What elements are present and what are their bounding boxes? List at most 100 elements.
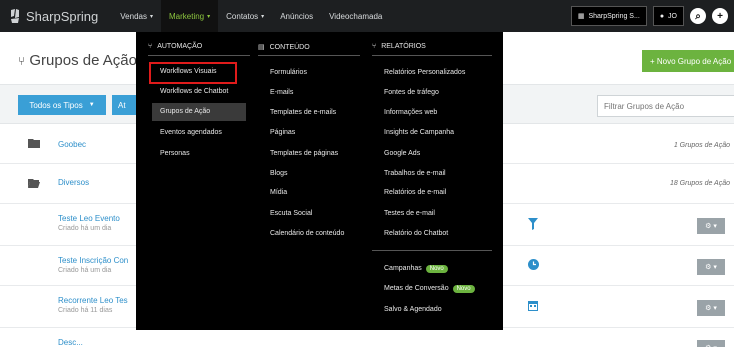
nav-videochamada-label: Videochamada <box>329 11 383 21</box>
nav-contatos[interactable]: Contatos ▾ <box>218 0 272 32</box>
menu-insights-campanha[interactable]: Insights de Campanha <box>384 129 454 136</box>
menu-google-ads[interactable]: Google Ads <box>384 150 420 157</box>
menu-relatorio-chatbot[interactable]: Relatório do Chatbot <box>384 230 448 237</box>
clock-icon <box>528 259 539 272</box>
item-name[interactable]: Recorrente Leo Tes <box>58 296 128 305</box>
menu-grupos-de-acao[interactable]: Grupos de Ação <box>152 103 246 121</box>
chevron-down-icon: ▾ <box>261 13 265 20</box>
menu-campanhas[interactable]: Campanhas Novo <box>384 265 448 273</box>
nav-anuncios-label: Anúncios <box>280 11 314 21</box>
content-title: Conteúdo <box>269 43 310 51</box>
add-button[interactable]: + <box>712 8 728 24</box>
divider <box>258 55 360 56</box>
menu-relatorios-email[interactable]: Relatórios de e-mail <box>384 189 446 196</box>
menu-informacoes-web[interactable]: Informações web <box>384 109 437 116</box>
nav-marketing[interactable]: Marketing ▾ <box>161 0 219 32</box>
menu-blogs[interactable]: Blogs <box>270 170 288 177</box>
menu-relatorios-personalizados[interactable]: Relatórios Personalizados <box>384 69 465 76</box>
top-navbar: SharpSpring Vendas ▾ Marketing ▾ Contato… <box>0 0 734 32</box>
menu-formularios[interactable]: Formulários <box>270 69 307 76</box>
status-dropdown[interactable]: At <box>112 95 138 115</box>
content-icon: ▤ <box>258 44 265 51</box>
nav-contatos-label: Contatos <box>226 11 259 21</box>
plus-icon: + <box>717 10 723 22</box>
new-badge: Novo <box>452 285 475 293</box>
item-created: Criado há um dia <box>58 225 112 232</box>
calendar-icon <box>528 300 538 313</box>
menu-calendario-conteudo[interactable]: Calendário de conteúdo <box>270 230 344 237</box>
chevron-down-icon: ▾ <box>207 13 211 20</box>
menu-escuta-social[interactable]: Escuta Social <box>270 210 312 217</box>
gear-menu-button[interactable]: ⚙ ▾ <box>697 300 725 316</box>
nav-videochamada[interactable]: Videochamada <box>321 0 390 32</box>
filter-icon <box>528 218 538 232</box>
item-name[interactable]: Teste Inscrição Con <box>58 256 128 265</box>
search-icon: ⌕ <box>695 10 701 22</box>
gear-icon: ⚙ ▾ <box>705 223 717 230</box>
action-groups-icon: ⑂ <box>18 54 26 68</box>
reports-icon: ⑂ <box>372 43 377 50</box>
caret-down-icon: ▼ <box>88 102 95 108</box>
nav-vendas[interactable]: Vendas ▾ <box>112 0 161 32</box>
automation-heading: ⑂ Automação <box>148 43 202 50</box>
sharpspring-logo[interactable]: SharpSpring <box>8 8 98 24</box>
divider <box>372 250 492 251</box>
menu-campanhas-label: Campanhas <box>384 265 422 272</box>
item-name[interactable]: Teste Leo Evento <box>58 214 120 223</box>
folder-icon <box>28 138 40 150</box>
folder-count: 1 Grupos de Ação <box>673 142 730 149</box>
menu-metas-conversao-label: Metas de Conversão <box>384 285 449 292</box>
account-label: SharpSpring S... <box>588 12 640 20</box>
gear-menu-button[interactable]: ⚙ ▾ <box>697 218 725 234</box>
item-created: Criado há um dia <box>58 267 112 274</box>
menu-eventos-agendados[interactable]: Eventos agendados <box>160 129 222 136</box>
filter-input[interactable] <box>597 95 734 117</box>
folder-name[interactable]: Goobec <box>58 140 86 149</box>
menu-templates-emails[interactable]: Templates de e-mails <box>270 109 336 116</box>
item-created: Criado há 11 dias <box>58 307 113 314</box>
menu-emails[interactable]: E-mails <box>270 89 293 96</box>
account-switcher[interactable]: ▦ SharpSpring S... <box>570 6 647 26</box>
all-types-dropdown[interactable]: Todos os Tipos ▼ <box>18 95 106 115</box>
chevron-down-icon: ▾ <box>149 13 153 20</box>
reports-title: Relatórios <box>381 43 426 50</box>
user-icon: ● <box>659 12 665 20</box>
gear-menu-button[interactable]: ⚙ ▾ <box>697 340 725 347</box>
brand-name: SharpSpring <box>26 8 99 24</box>
gear-menu-button[interactable]: ⚙ ▾ <box>697 259 725 275</box>
content-heading: ▤ Conteúdo <box>258 43 310 52</box>
main-nav: Vendas ▾ Marketing ▾ Contatos ▾ Anúncios… <box>112 0 390 32</box>
nav-anuncios[interactable]: Anúncios <box>272 0 321 32</box>
gear-icon: ⚙ ▾ <box>705 305 717 312</box>
marketing-mega-menu: ⑂ Automação Workflows Visuais Workflows … <box>136 32 503 330</box>
menu-trabalhos-email[interactable]: Trabalhos de e-mail <box>384 170 446 177</box>
menu-salvo-agendado[interactable]: Salvo & Agendado <box>384 306 442 313</box>
folder-name[interactable]: Diversos <box>58 178 89 187</box>
header-tools: ▦ SharpSpring S... ● JO ⌕ + <box>570 6 728 26</box>
item-name[interactable]: Desc... <box>58 338 83 347</box>
nav-marketing-label: Marketing <box>169 11 205 21</box>
menu-templates-paginas[interactable]: Templates de páginas <box>270 150 338 157</box>
divider <box>148 55 250 56</box>
reports-heading: ⑂ Relatórios <box>372 43 426 50</box>
page-title: ⑂ Grupos de Ação c <box>18 52 149 69</box>
building-icon: ▦ <box>577 13 585 20</box>
table-row[interactable]: Desc... ⚙ ▾ <box>0 328 734 347</box>
menu-workflows-chatbot[interactable]: Workflows de Chatbot <box>160 88 228 95</box>
user-menu[interactable]: ● JO <box>652 6 684 26</box>
page-title-text: Grupos de Ação c <box>29 52 149 69</box>
menu-metas-conversao[interactable]: Metas de Conversão Novo <box>384 285 475 293</box>
new-badge: Novo <box>425 265 448 273</box>
menu-personas[interactable]: Personas <box>160 150 190 157</box>
menu-testes-email[interactable]: Testes de e-mail <box>384 210 435 217</box>
new-action-group-button[interactable]: + Novo Grupo de Ação <box>642 50 734 72</box>
gear-icon: ⚙ ▾ <box>705 264 717 271</box>
search-button[interactable]: ⌕ <box>690 8 706 24</box>
sharpspring-logo-icon <box>11 9 19 23</box>
nav-vendas-label: Vendas <box>120 11 147 21</box>
menu-grupos-de-acao-label: Grupos de Ação <box>160 108 211 115</box>
folder-count: 18 Grupos de Ação <box>669 180 730 187</box>
menu-fontes-trafego[interactable]: Fontes de tráfego <box>384 89 439 96</box>
menu-paginas[interactable]: Páginas <box>270 129 295 136</box>
menu-midia[interactable]: Mídia <box>270 189 287 196</box>
